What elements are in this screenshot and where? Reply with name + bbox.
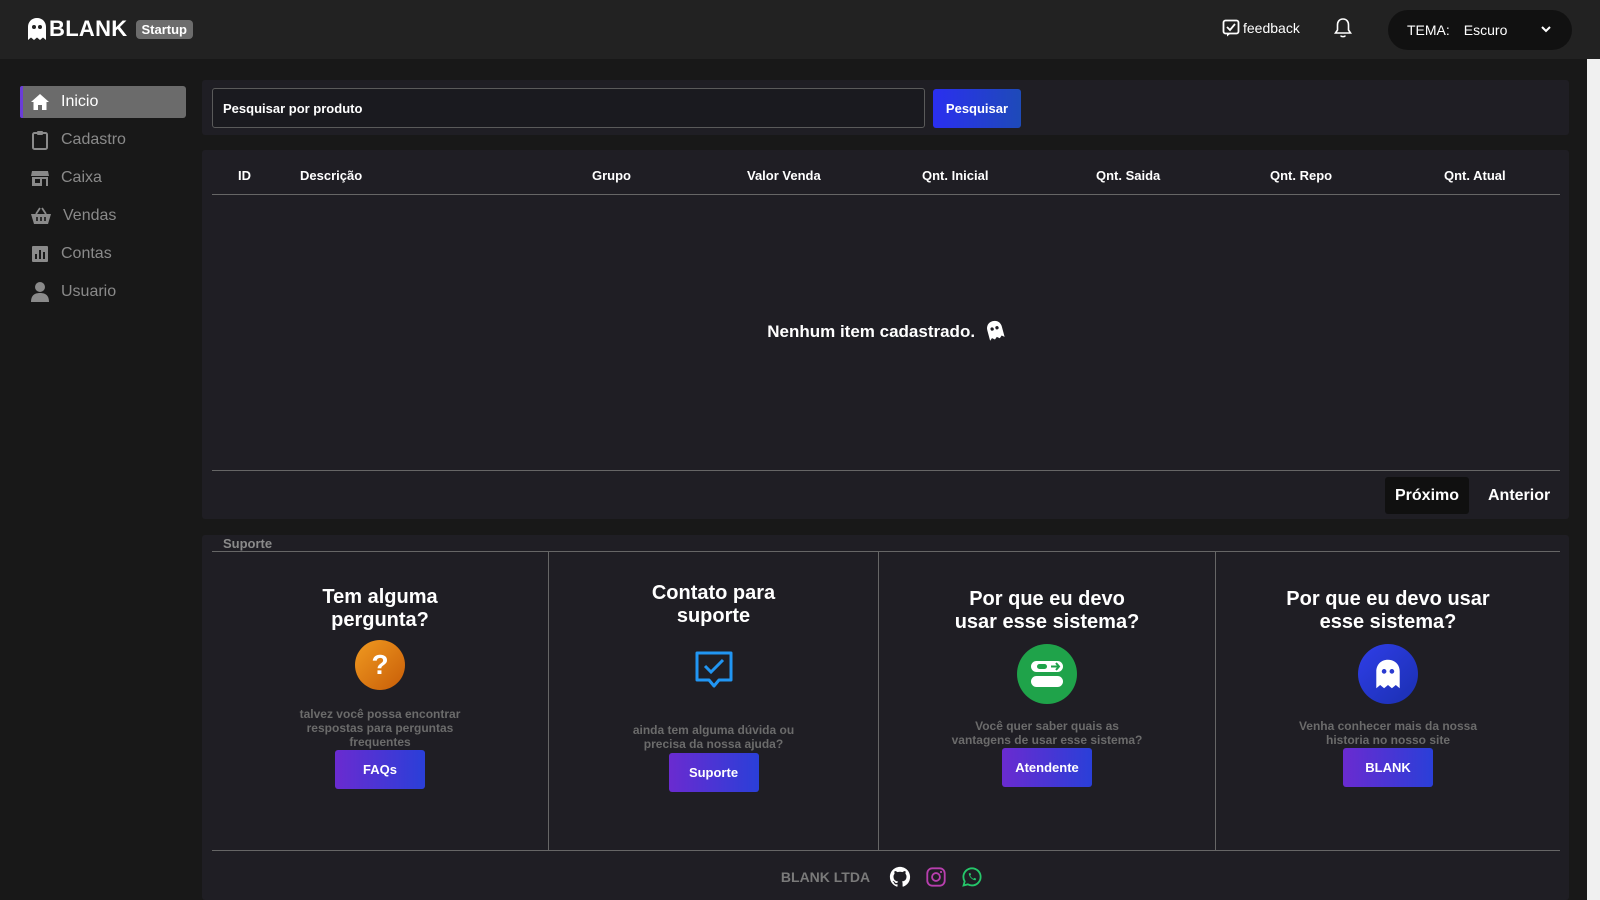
empty-state-text: Nenhum item cadastrado. [767, 322, 976, 341]
sidebar: Inicio Cadastro Caixa Vendas Contas Usua… [20, 86, 186, 314]
plan-badge: Startup [135, 19, 193, 39]
card-title: Tem alguma pergunta? [322, 586, 438, 631]
theme-select[interactable]: TEMA: Escuro [1388, 10, 1572, 50]
column-header-qnt-saida[interactable]: Qnt. Saida [1096, 168, 1160, 183]
chevron-down-icon [1541, 26, 1551, 33]
support-card-faq: Tem alguma pergunta? ? talvez você possa… [212, 552, 549, 850]
blank-button[interactable]: BLANK [1343, 748, 1433, 787]
column-header-descricao[interactable]: Descrição [300, 168, 362, 183]
previous-page-button[interactable]: Anterior [1478, 477, 1560, 514]
brand-name: BLANK [49, 16, 128, 41]
support-card-contact: Contato para suporte ainda tem alguma dú… [549, 552, 879, 850]
card-title: Contato para suporte [651, 582, 776, 627]
column-header-valor-venda[interactable]: Valor Venda [747, 168, 821, 183]
sidebar-item-usuario[interactable]: Usuario [20, 276, 186, 308]
sidebar-item-inicio[interactable]: Inicio [20, 86, 186, 118]
top-bar: BLANK Startup feedback TEMA: Escuro [0, 0, 1600, 59]
notifications-button[interactable] [1333, 17, 1353, 44]
card-description: Você quer saber quais as vantagens de us… [951, 719, 1143, 747]
table-footer-divider [212, 470, 1560, 471]
card-description: ainda tem alguma dúvida ou precisa da no… [632, 723, 795, 751]
column-header-qnt-atual[interactable]: Qnt. Atual [1444, 168, 1506, 183]
card-title: Por que eu devo usar esse sistema? [954, 588, 1140, 633]
support-card-about: Por que eu devo usar esse sistema? Venha… [1216, 552, 1560, 850]
whatsapp-icon[interactable] [961, 866, 983, 888]
home-icon [31, 94, 49, 110]
attendant-button[interactable]: Atendente [1002, 748, 1092, 787]
support-section-title: Suporte [223, 536, 273, 551]
card-description: Venha conhecer mais da nossa historia no… [1298, 719, 1478, 747]
ghost-icon [28, 18, 46, 40]
sidebar-item-vendas[interactable]: Vendas [20, 200, 186, 232]
basket-icon [31, 207, 51, 224]
sidebar-item-caixa[interactable]: Caixa [20, 162, 186, 194]
ghost-icon [1358, 644, 1418, 704]
question-icon: ? [355, 640, 405, 690]
bell-icon [1334, 18, 1352, 38]
github-icon[interactable] [889, 866, 911, 888]
footer-brand: BLANK LTDA [780, 869, 871, 885]
support-card-advantages: Por que eu devo usar esse sistema? Você … [879, 552, 1216, 850]
empty-state: Nenhum item cadastrado. [202, 320, 1569, 342]
footer: BLANK LTDA [202, 866, 1569, 888]
sidebar-item-label: Inicio [61, 93, 99, 110]
logo[interactable]: BLANK Startup [27, 16, 193, 42]
clipboard-icon [32, 131, 48, 150]
card-title: Por que eu devo usar esse sistema? [1286, 588, 1490, 633]
search-input[interactable] [212, 88, 925, 128]
column-header-qnt-inicial[interactable]: Qnt. Inicial [922, 168, 988, 183]
user-icon [31, 282, 49, 302]
column-header-qnt-repo[interactable]: Qnt. Repo [1270, 168, 1332, 183]
ghost-icon [986, 320, 1005, 341]
theme-label: TEMA: [1407, 22, 1450, 38]
scrollbar[interactable] [1587, 59, 1600, 900]
search-panel: Pesquisar [202, 80, 1569, 135]
feedback-label: feedback [1243, 20, 1300, 36]
divider [212, 850, 1560, 851]
instagram-icon[interactable] [925, 866, 947, 888]
next-page-button[interactable]: Próximo [1385, 477, 1470, 514]
support-section: Suporte Tem alguma pergunta? ? talvez vo… [202, 535, 1569, 900]
sidebar-item-cadastro[interactable]: Cadastro [20, 124, 186, 156]
search-button[interactable]: Pesquisar [933, 89, 1021, 128]
sidebar-item-label: Caixa [61, 169, 102, 186]
chat-check-icon [692, 648, 736, 697]
feedback-check-icon [1222, 19, 1240, 37]
sidebar-item-label: Usuario [61, 283, 117, 300]
table-header: ID Descrição Grupo Valor Venda Qnt. Inic… [212, 160, 1560, 195]
sidebar-item-label: Cadastro [61, 131, 126, 148]
sidebar-item-contas[interactable]: Contas [20, 238, 186, 270]
support-button[interactable]: Suporte [668, 753, 759, 792]
faqs-button[interactable]: FAQs [335, 750, 425, 789]
store-icon [31, 171, 49, 186]
sidebar-item-label: Contas [61, 245, 112, 262]
chart-icon [32, 246, 48, 262]
products-table: ID Descrição Grupo Valor Venda Qnt. Inic… [202, 150, 1569, 519]
column-header-grupo[interactable]: Grupo [592, 168, 631, 183]
column-header-id[interactable]: ID [238, 168, 251, 183]
feedback-button[interactable]: feedback [1222, 19, 1300, 37]
card-description: talvez você possa encontrar respostas pa… [299, 707, 461, 749]
theme-value: Escuro [1463, 22, 1508, 38]
sidebar-item-label: Vendas [63, 207, 117, 224]
toggle-icon [1017, 644, 1077, 704]
